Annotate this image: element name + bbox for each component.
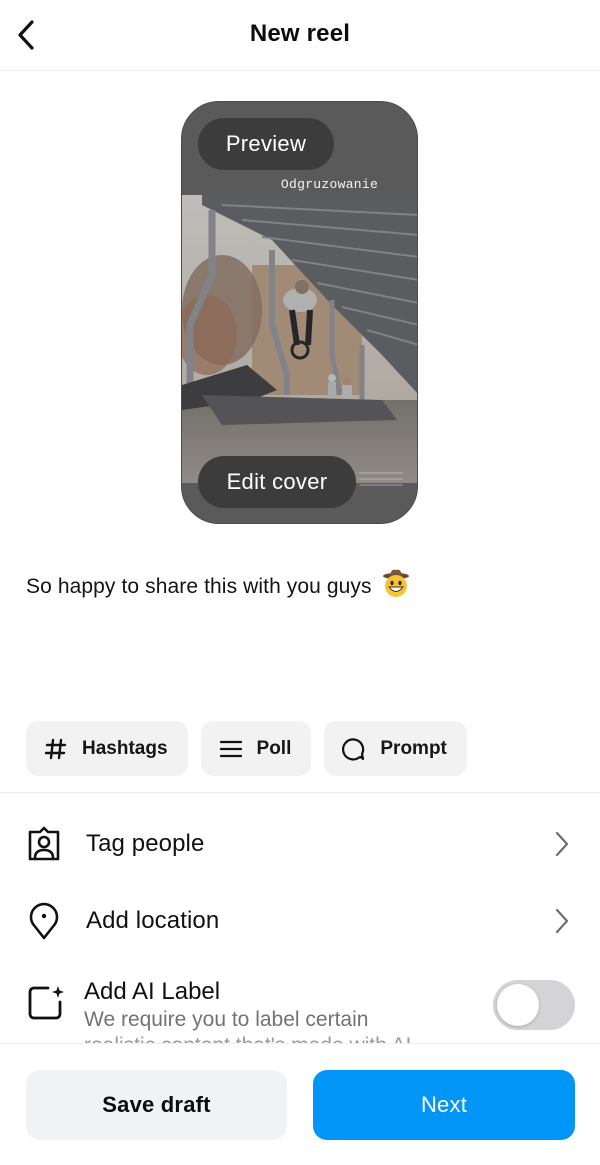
poll-label: Poll — [256, 737, 292, 759]
tag-people-row[interactable]: Tag people — [0, 809, 600, 879]
page-title: New reel — [249, 20, 351, 47]
footer-actions: Save draft Next — [0, 1043, 600, 1165]
chevron-right-icon — [555, 908, 569, 934]
prompt-chip[interactable]: Prompt — [324, 721, 467, 776]
cowboy-emoji-icon — [382, 568, 410, 604]
prompt-label: Prompt — [380, 737, 447, 759]
hashtags-label: Hashtags — [82, 737, 168, 759]
caption-input[interactable]: So happy to share this with you guys — [26, 568, 410, 604]
list-icon — [219, 737, 243, 761]
edit-cover-button[interactable]: Edit cover — [198, 456, 356, 508]
reel-thumbnail-image — [182, 195, 417, 483]
header: New reel — [0, 0, 600, 71]
hashtags-chip[interactable]: Hashtags — [26, 721, 188, 776]
ai-label-toggle[interactable] — [493, 980, 575, 1030]
toggle-knob — [497, 984, 539, 1026]
reel-preview-card[interactable]: Odgruzowanie Preview Edit cover — [181, 101, 418, 524]
poll-chip[interactable]: Poll — [200, 721, 312, 776]
ai-label-description-cont: realistic content that's made with AI — [84, 1034, 411, 1043]
add-location-row[interactable]: Add location — [0, 886, 600, 956]
hashtag-icon — [44, 737, 68, 761]
section-divider — [0, 792, 600, 793]
chevron-right-icon — [555, 831, 569, 857]
ai-label-description: We require you to label certain — [84, 1008, 369, 1031]
tag-person-icon — [26, 826, 62, 862]
caption-text: So happy to share this with you guys — [26, 575, 372, 598]
next-button[interactable]: Next — [313, 1070, 575, 1140]
speech-bubble-icon — [342, 737, 366, 761]
add-location-label: Add location — [86, 907, 220, 934]
save-draft-button[interactable]: Save draft — [26, 1070, 287, 1140]
ai-label-title: Add AI Label — [84, 978, 221, 1005]
location-pin-icon — [26, 902, 62, 940]
preview-button[interactable]: Preview — [198, 118, 334, 170]
text-sticker: Odgruzowanie — [280, 177, 379, 192]
caption-tools: Hashtags Poll Prompt — [26, 721, 467, 776]
watermark — [359, 468, 403, 490]
ai-sparkle-frame-icon — [26, 984, 64, 1022]
tag-people-label: Tag people — [86, 830, 205, 857]
ai-label-row: Add AI Label We require you to label cer… — [0, 968, 600, 1043]
